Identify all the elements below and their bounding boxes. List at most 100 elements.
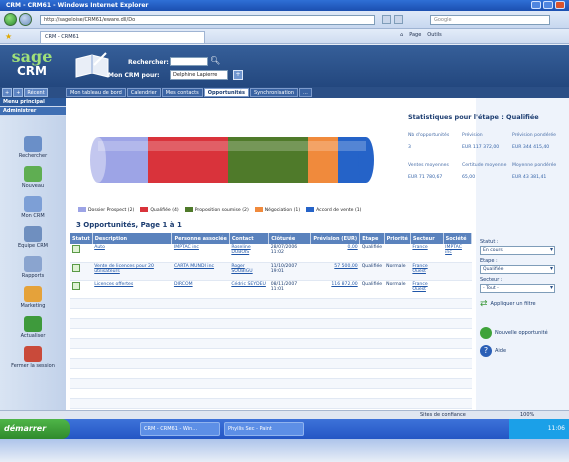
nav-tab-1[interactable]: Calendrier — [126, 88, 161, 97]
cell-contact-text[interactable]: Roger SOUBIGU — [231, 264, 252, 274]
sidebar-item-2[interactable]: Mon CRM — [3, 196, 63, 219]
sidebar-item-6[interactable]: Actualiser — [3, 316, 63, 339]
sidebar-item-0[interactable]: Rechercher — [3, 136, 63, 159]
cell-forecast-text[interactable]: 0,00 — [347, 245, 357, 250]
maximize-button[interactable] — [543, 1, 553, 9]
opportunity-icon[interactable] — [72, 245, 80, 253]
taskbar-task-crm[interactable]: CRM - CRM61 - Win... — [140, 422, 220, 436]
cell-sector[interactable]: France — [410, 244, 444, 263]
go-button[interactable]: + — [233, 70, 243, 80]
column-header-4[interactable]: Clôturée — [268, 233, 312, 244]
sidebar-item-1[interactable]: Nouveau — [3, 166, 63, 189]
cell-description[interactable]: Auto — [92, 244, 172, 263]
cell-description[interactable]: Vente de licences pour 20 utilisateurs — [92, 262, 172, 281]
sidebar-item-5[interactable]: Marketing — [3, 286, 63, 309]
add-icon[interactable]: + — [2, 88, 13, 97]
empty-cell — [410, 328, 444, 339]
nav-tab-5[interactable]: ... — [299, 88, 312, 97]
sidebar-item-4[interactable]: Rapports — [3, 256, 63, 279]
cell-forecast-text[interactable]: 116 872,00 — [331, 282, 357, 287]
cell-person-text[interactable]: CARTA MUNDI inc — [174, 264, 214, 269]
cell-contact-text[interactable]: Roseline DUBOIS — [231, 245, 250, 255]
column-header-2[interactable]: Personne associée — [171, 233, 230, 244]
cell-person-text[interactable]: DIRCOM — [174, 282, 193, 287]
nav-tab-3[interactable]: Opportunités — [203, 88, 249, 97]
cell-sector[interactable]: France Ouest — [410, 262, 444, 281]
system-tray-clock: 11:06 — [509, 419, 569, 439]
close-button[interactable] — [555, 1, 565, 9]
cell-description[interactable]: Licences offertes — [92, 280, 172, 299]
cell-person[interactable]: DIRCOM — [171, 280, 230, 299]
search-input[interactable] — [170, 57, 208, 66]
opportunity-icon[interactable] — [72, 263, 80, 272]
cell-contact[interactable]: Roseline DUBOIS — [229, 244, 269, 263]
cell-forecast[interactable]: 57 500,00 — [310, 262, 360, 281]
cell-person[interactable]: IMPTAC inc — [171, 244, 230, 263]
cell-forecast[interactable]: 0,00 — [310, 244, 360, 263]
refresh-icon[interactable] — [382, 15, 391, 24]
cell-sector-text[interactable]: France Ouest — [412, 264, 427, 274]
new-opportunity-button[interactable]: Nouvelle opportunité — [480, 327, 565, 339]
browser-tab[interactable]: CRM - CRM61 — [40, 31, 205, 43]
cell-company[interactable]: IMPTAC inc — [443, 244, 472, 263]
cell-contact-text[interactable]: Cédric SEYDEU — [231, 282, 266, 287]
column-header-5[interactable]: Prévision (EUR) — [310, 233, 361, 244]
user-select[interactable]: Delphine Lapierre — [170, 70, 228, 80]
page-menu[interactable]: Page — [409, 32, 421, 38]
cell-description-text[interactable]: Vente de licences pour 20 utilisateurs — [94, 264, 154, 274]
cell-contact[interactable]: Cédric SEYDEU — [229, 280, 269, 299]
zoom-level[interactable]: 100% — [520, 412, 534, 418]
browser-search-input[interactable]: Google — [430, 15, 550, 25]
admin-menu-header[interactable]: Administrer — [0, 107, 66, 116]
start-button[interactable]: démarrer — [0, 419, 70, 439]
forward-icon[interactable] — [19, 13, 32, 26]
cell-description-text[interactable]: Auto — [94, 245, 105, 250]
cell-description-text[interactable]: Licences offertes — [94, 282, 133, 287]
main-menu-header[interactable]: Menu principal — [0, 98, 66, 107]
address-input[interactable]: http://sageloise/CRM61/eware.dll/Do — [40, 15, 375, 25]
cell-contact[interactable]: Roger SOUBIGU — [229, 262, 269, 281]
opportunity-icon[interactable] — [72, 281, 80, 290]
column-header-6[interactable]: Etape — [359, 233, 385, 244]
cell-forecast-text[interactable]: 57 500,00 — [334, 264, 357, 269]
cell-company[interactable] — [443, 280, 472, 299]
column-header-3[interactable]: Contact — [229, 233, 270, 244]
column-header-7[interactable]: Priorité — [384, 233, 411, 244]
nav-tab-0[interactable]: Mon tableau de bord — [66, 88, 126, 97]
table-row[interactable]: Vente de licences pour 20 utilisateurs CA… — [70, 262, 472, 281]
cell-sector-text[interactable]: France Ouest — [412, 282, 427, 292]
cell-person[interactable]: CARTA MUNDI inc — [171, 262, 230, 281]
minimize-button[interactable] — [531, 1, 541, 9]
home-icon[interactable]: ⌂ — [400, 32, 403, 38]
cell-person-text[interactable]: IMPTAC inc — [174, 245, 199, 250]
status-filter-select[interactable]: En cours — [480, 246, 555, 255]
sidebar-item-7[interactable]: Fermer la session — [3, 346, 63, 369]
search-icon[interactable]: 🔍︎ — [210, 56, 220, 65]
column-header-1[interactable]: Description — [92, 233, 173, 244]
taskbar-task-paint[interactable]: Phyllis Sec - Paint — [224, 422, 304, 436]
cell-sector-text[interactable]: France — [412, 245, 427, 250]
back-icon[interactable] — [4, 13, 17, 26]
nav-tab-2[interactable]: Mes contacts — [161, 88, 203, 97]
favorites-star-icon[interactable]: ★ — [5, 32, 15, 41]
cell-company-text[interactable]: IMPTAC inc — [445, 245, 462, 255]
cell-sector[interactable]: France Ouest — [410, 280, 444, 299]
stop-icon[interactable] — [394, 15, 403, 24]
sidebar-item-3[interactable]: Equipe CRM — [3, 226, 63, 249]
column-header-8[interactable]: Secteur — [410, 233, 444, 244]
column-header-9[interactable]: Société — [443, 233, 473, 244]
pipeline-funnel[interactable] — [88, 133, 388, 187]
table-row[interactable]: Licences offertes DIRCOM Cédric SEYDEU 08/1… — [70, 280, 472, 299]
cell-forecast[interactable]: 116 872,00 — [310, 280, 360, 299]
column-header-0[interactable]: Statut — [70, 233, 93, 244]
nav-tab-4[interactable]: Synchronisation — [250, 88, 299, 97]
tools-menu[interactable]: Outils — [427, 32, 441, 38]
recent-button[interactable]: Récent — [24, 88, 48, 97]
apply-filter-button[interactable]: ⇄ Appliquer un filtre — [480, 299, 565, 309]
cell-company[interactable] — [443, 262, 472, 281]
sector-filter-select[interactable]: - Tout - — [480, 284, 555, 293]
expand-icon[interactable]: + — [13, 88, 24, 97]
stage-filter-select[interactable]: Qualifiée — [480, 265, 555, 274]
table-row[interactable]: Auto IMPTAC inc Roseline DUBOIS 28/07/2006 … — [70, 244, 472, 263]
help-button[interactable]: ? Aide — [480, 345, 565, 357]
